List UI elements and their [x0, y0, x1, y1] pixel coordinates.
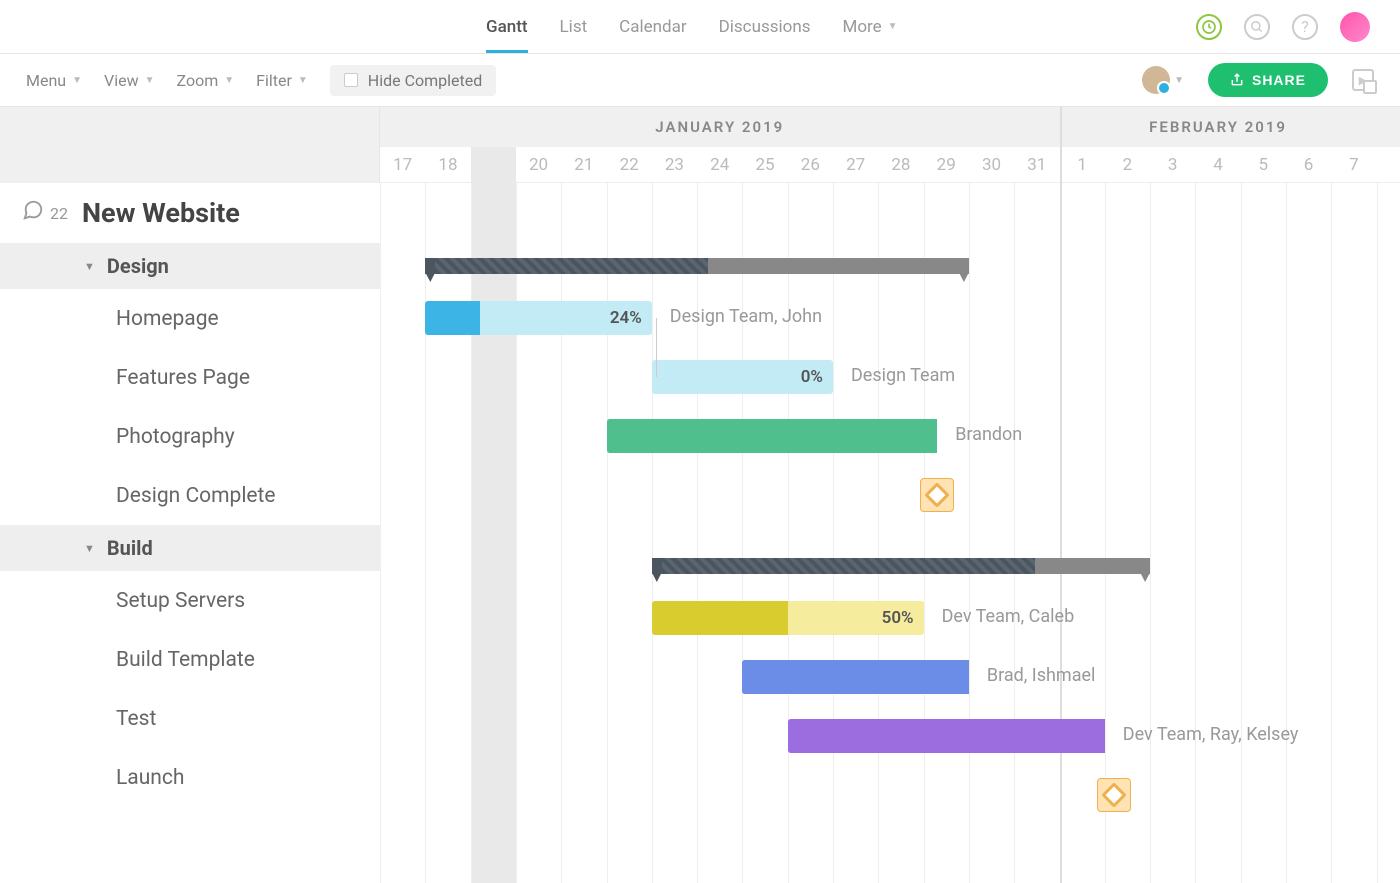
- milestone[interactable]: [920, 478, 954, 512]
- filter-dropdown[interactable]: Filter▼: [256, 71, 308, 90]
- menu-dropdown[interactable]: Menu▼: [26, 71, 82, 90]
- day-header: 3: [1150, 147, 1195, 182]
- day-header: 31: [1014, 147, 1059, 182]
- chevron-down-icon: ▼: [84, 542, 95, 555]
- checkbox-icon: [344, 73, 358, 87]
- day-header: 24: [697, 147, 742, 182]
- task-row[interactable]: Photography: [0, 407, 380, 466]
- group-label: Design: [107, 254, 169, 278]
- comment-count: 22: [50, 204, 68, 223]
- user-avatar[interactable]: [1340, 12, 1370, 42]
- day-header: 28: [878, 147, 923, 182]
- hide-completed-toggle[interactable]: Hide Completed: [330, 65, 496, 96]
- day-header: 7: [1331, 147, 1376, 182]
- tab-discussions[interactable]: Discussions: [719, 0, 811, 53]
- project-title: New Website: [82, 197, 240, 229]
- diamond-icon: [924, 482, 949, 507]
- project-header[interactable]: 22 New Website: [0, 183, 380, 243]
- day-header: 5: [1241, 147, 1286, 182]
- day-header: 29: [924, 147, 969, 182]
- share-button[interactable]: SHARE: [1208, 63, 1328, 97]
- day-header: 4: [1195, 147, 1240, 182]
- task-row[interactable]: Design Complete: [0, 466, 380, 525]
- task-label: Build Template: [116, 648, 255, 672]
- dependency-line: [656, 318, 657, 377]
- task-assignee: Dev Team, Ray, Kelsey: [1123, 724, 1299, 745]
- timeline[interactable]: JANUARY 2019FEBRUARY 2019 17181920212223…: [380, 107, 1400, 883]
- chevron-down-icon: ▼: [84, 260, 95, 273]
- sidebar: 22 New Website ▼ Design Homepage Features P…: [0, 107, 380, 883]
- assignee-dropdown[interactable]: ▼: [1142, 66, 1184, 94]
- task-label: Homepage: [116, 307, 219, 331]
- task-row[interactable]: Setup Servers: [0, 571, 380, 630]
- task-percent: 24%: [610, 308, 642, 328]
- month-header: JANUARY 2019: [380, 107, 1060, 147]
- task-assignee: Design Team, John: [670, 306, 822, 327]
- task-label: Features Page: [116, 366, 250, 390]
- day-header: 1: [1059, 147, 1104, 182]
- day-header: 30: [969, 147, 1014, 182]
- task-assignee: Brad, Ishmael: [987, 665, 1096, 686]
- assignee-avatar: [1142, 66, 1170, 94]
- tab-list[interactable]: List: [560, 0, 588, 53]
- task-row[interactable]: Test: [0, 689, 380, 748]
- task-assignee: Brandon: [955, 424, 1022, 445]
- task-label: Design Complete: [116, 484, 276, 508]
- day-header: 2: [1105, 147, 1150, 182]
- month-header: FEBRUARY 2019: [1060, 107, 1377, 147]
- task-bar[interactable]: Brandon: [607, 419, 938, 453]
- task-row[interactable]: Features Page: [0, 348, 380, 407]
- milestone[interactable]: [1097, 778, 1131, 812]
- activity-icon[interactable]: [1196, 14, 1222, 40]
- summary-bar[interactable]: [652, 558, 1150, 574]
- tab-calendar[interactable]: Calendar: [619, 0, 686, 53]
- task-row[interactable]: Homepage: [0, 289, 380, 348]
- group-header[interactable]: ▼ Design: [0, 243, 380, 289]
- day-header: 25: [742, 147, 787, 182]
- day-header: 17: [380, 147, 425, 182]
- day-header: 21: [561, 147, 606, 182]
- tab-more[interactable]: More▼: [842, 0, 897, 53]
- view-dropdown[interactable]: View▼: [104, 71, 155, 90]
- comment-icon: [22, 199, 44, 227]
- day-header: 6: [1286, 147, 1331, 182]
- day-header: 23: [652, 147, 697, 182]
- group-header[interactable]: ▼ Build: [0, 525, 380, 571]
- present-icon[interactable]: ▶: [1352, 69, 1374, 91]
- task-label: Photography: [116, 425, 235, 449]
- task-bar[interactable]: Brad, Ishmael: [742, 660, 969, 694]
- task-label: Setup Servers: [116, 589, 245, 613]
- task-row[interactable]: Build Template: [0, 630, 380, 689]
- task-percent: 50%: [882, 608, 914, 628]
- day-header: 27: [833, 147, 878, 182]
- task-bar[interactable]: 24%Design Team, John: [425, 301, 652, 335]
- group-label: Build: [107, 536, 153, 560]
- tab-gantt[interactable]: Gantt: [486, 0, 528, 53]
- task-row[interactable]: Launch: [0, 748, 380, 807]
- help-icon[interactable]: ?: [1292, 14, 1318, 40]
- task-bar[interactable]: 0%Design Team: [652, 360, 833, 394]
- task-percent: 0%: [801, 367, 823, 387]
- search-icon[interactable]: [1244, 14, 1270, 40]
- top-nav: Gantt List Calendar Discussions More▼ ?: [0, 0, 1400, 54]
- summary-bar[interactable]: [425, 258, 969, 274]
- task-label: Launch: [116, 766, 184, 790]
- day-header: 18: [425, 147, 470, 182]
- task-bar[interactable]: Dev Team, Ray, Kelsey: [788, 719, 1105, 753]
- task-label: Test: [116, 707, 156, 731]
- diamond-icon: [1101, 782, 1126, 807]
- zoom-dropdown[interactable]: Zoom▼: [177, 71, 235, 90]
- day-header: 26: [788, 147, 833, 182]
- day-header: 20: [516, 147, 561, 182]
- task-bar[interactable]: 50%Dev Team, Caleb: [652, 601, 924, 635]
- task-assignee: Design Team: [851, 365, 955, 386]
- day-header: 22: [606, 147, 651, 182]
- task-assignee: Dev Team, Caleb: [942, 606, 1075, 627]
- toolbar: Menu▼ View▼ Zoom▼ Filter▼ Hide Completed…: [0, 54, 1400, 107]
